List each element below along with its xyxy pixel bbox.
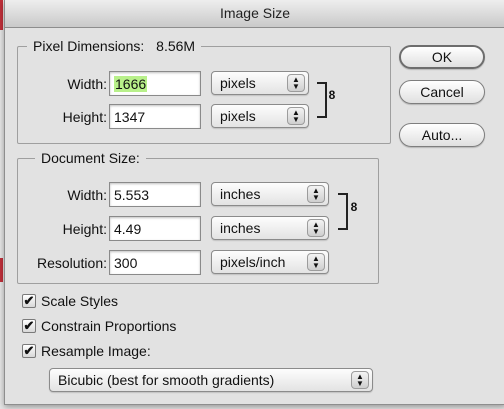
document-size-legend: Document Size: [35,150,146,166]
pixel-width-unit: pixels [220,75,256,91]
pixel-height-unit-select[interactable]: pixels ▲ ▼ [211,104,309,128]
pixel-dimensions-label: Pixel Dimensions: [33,38,145,54]
doc-height-unit-select[interactable]: inches ▲ ▼ [211,216,329,240]
up-down-arrows-icon: ▲ ▼ [307,219,325,237]
scale-styles-label: Scale Styles [41,293,119,309]
pixel-dimensions-size: 8.56M [156,38,196,54]
doc-height-input[interactable]: 4.49 [109,216,201,241]
scale-styles-checkbox[interactable]: ✔ [22,294,36,308]
chain-link-icon: 8 [328,88,336,102]
constrain-proportions-checkbox[interactable]: ✔ [22,319,36,333]
pixel-dimensions-legend: Pixel Dimensions: 8.56M [27,38,202,54]
pixel-width-input[interactable]: 1666 [109,71,201,96]
resample-method-value: Bicubic (best for smooth gradients) [58,372,275,388]
up-down-arrows-icon: ▲ ▼ [287,74,305,92]
resolution-label: Resolution: [36,255,107,271]
constrain-proportions-label: Constrain Proportions [41,318,177,334]
resample-method-select[interactable]: Bicubic (best for smooth gradients) ▲ ▼ [49,368,373,392]
background-accent [0,0,3,30]
resolution-value: 300 [114,255,138,271]
resolution-input[interactable]: 300 [109,250,201,275]
resolution-unit-select[interactable]: pixels/inch ▲ ▼ [211,250,329,274]
auto-button[interactable]: Auto... [399,123,485,147]
pixel-width-unit-select[interactable]: pixels ▲ ▼ [211,71,309,95]
cancel-button[interactable]: Cancel [399,80,485,104]
resample-image-label: Resample Image: [41,343,151,359]
doc-height-unit: inches [220,220,261,236]
background-accent [0,258,3,282]
doc-height-value: 4.49 [114,221,142,237]
dialog-title: Image Size [5,0,504,28]
constrain-bracket [338,193,348,230]
chain-link-icon: 8 [350,200,358,214]
ok-button[interactable]: OK [399,45,485,69]
pixel-width-value: 1666 [114,76,148,92]
pixel-width-label: Width: [67,76,107,92]
pixel-height-value: 1347 [114,109,146,125]
image-size-dialog: Image Size Pixel Dimensions: 8.56M Width… [4,0,504,405]
pixel-height-unit: pixels [220,108,256,124]
up-down-arrows-icon: ▲ ▼ [307,185,325,203]
up-down-arrows-icon: ▲ ▼ [307,253,325,271]
doc-width-unit: inches [220,186,261,202]
doc-width-label: Width: [67,187,107,203]
doc-height-label: Height: [62,221,107,237]
pixel-height-input[interactable]: 1347 [109,104,201,129]
pixel-height-label: Height: [62,109,107,125]
up-down-arrows-icon: ▲ ▼ [351,371,369,389]
up-down-arrows-icon: ▲ ▼ [287,107,305,125]
doc-width-value: 5.553 [114,187,150,203]
resolution-unit: pixels/inch [220,254,286,270]
doc-width-unit-select[interactable]: inches ▲ ▼ [211,182,329,206]
constrain-bracket [317,82,327,118]
doc-width-input[interactable]: 5.553 [109,182,201,207]
resample-image-checkbox[interactable]: ✔ [22,344,36,358]
